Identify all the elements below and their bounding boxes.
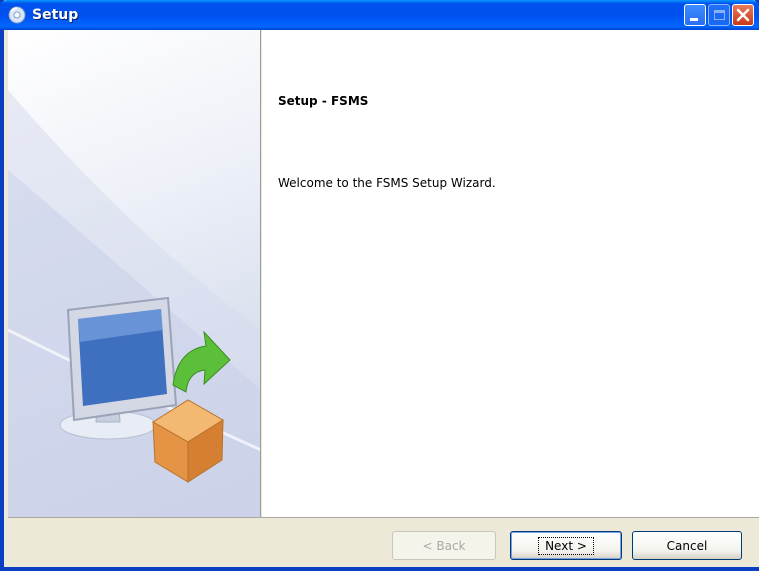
next-button-label: Next > — [538, 536, 594, 555]
button-bar: < Back Next > Cancel — [8, 517, 759, 567]
minimize-icon — [690, 18, 698, 21]
welcome-text: Welcome to the FSMS Setup Wizard. — [278, 176, 496, 190]
maximize-icon — [714, 10, 725, 20]
next-button[interactable]: Next > — [510, 531, 622, 560]
cancel-button[interactable]: Cancel — [632, 531, 742, 560]
back-button-label: < Back — [422, 538, 466, 553]
computer-box-arrow-illustration — [8, 90, 260, 517]
minimize-button[interactable] — [684, 4, 706, 26]
page-title: Setup - FSMS — [278, 94, 369, 108]
window-controls — [684, 4, 754, 26]
setup-disc-icon — [8, 6, 26, 24]
back-button[interactable]: < Back — [392, 531, 496, 560]
window-title: Setup — [32, 7, 79, 23]
wizard-content: Setup - FSMS Welcome to the FSMS Setup W… — [262, 30, 759, 517]
setup-window: Setup Setup - FSMS Welcome to the FSMS S… — [0, 0, 759, 571]
close-button[interactable] — [732, 4, 754, 26]
close-icon — [736, 8, 750, 22]
cancel-button-label: Cancel — [666, 538, 708, 553]
maximize-button[interactable] — [708, 4, 730, 26]
title-bar[interactable]: Setup — [0, 0, 759, 30]
wizard-banner — [8, 30, 261, 517]
